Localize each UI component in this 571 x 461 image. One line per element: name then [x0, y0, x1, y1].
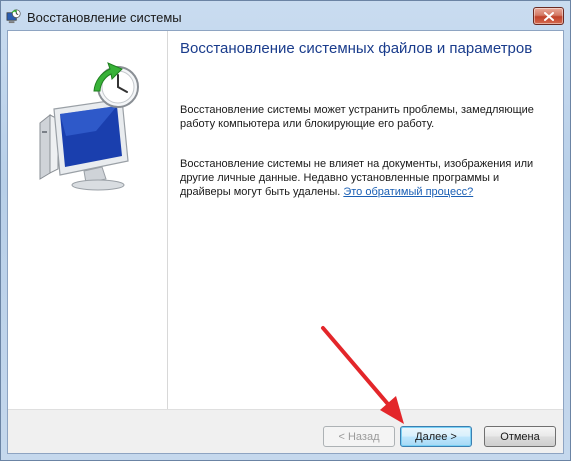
wizard-sidebar [8, 31, 168, 409]
wizard-client-area: Восстановление системных файлов и параме… [7, 30, 564, 454]
system-restore-icon [6, 9, 21, 24]
wizard-content: Восстановление системных файлов и параме… [168, 31, 563, 409]
description-paragraph-2: Восстановление системы не влияет на доку… [180, 157, 550, 199]
close-icon [543, 11, 554, 21]
cancel-button[interactable]: Отмена [484, 426, 556, 447]
page-title: Восстановление системных файлов и параме… [180, 40, 533, 57]
wizard-footer: < Назад Далее > Отмена [8, 409, 563, 453]
next-button[interactable]: Далее > [400, 426, 472, 447]
computer-restore-clock-icon [39, 62, 139, 191]
system-restore-window: Восстановление системы Восстановление си… [0, 0, 571, 461]
back-button[interactable]: < Назад [323, 426, 395, 447]
window-title: Восстановление системы [27, 10, 182, 25]
reversible-process-link[interactable]: Это обратимый процесс? [343, 186, 473, 198]
description-paragraph-1: Восстановление системы может устранить п… [180, 104, 534, 130]
close-button[interactable] [533, 7, 564, 25]
